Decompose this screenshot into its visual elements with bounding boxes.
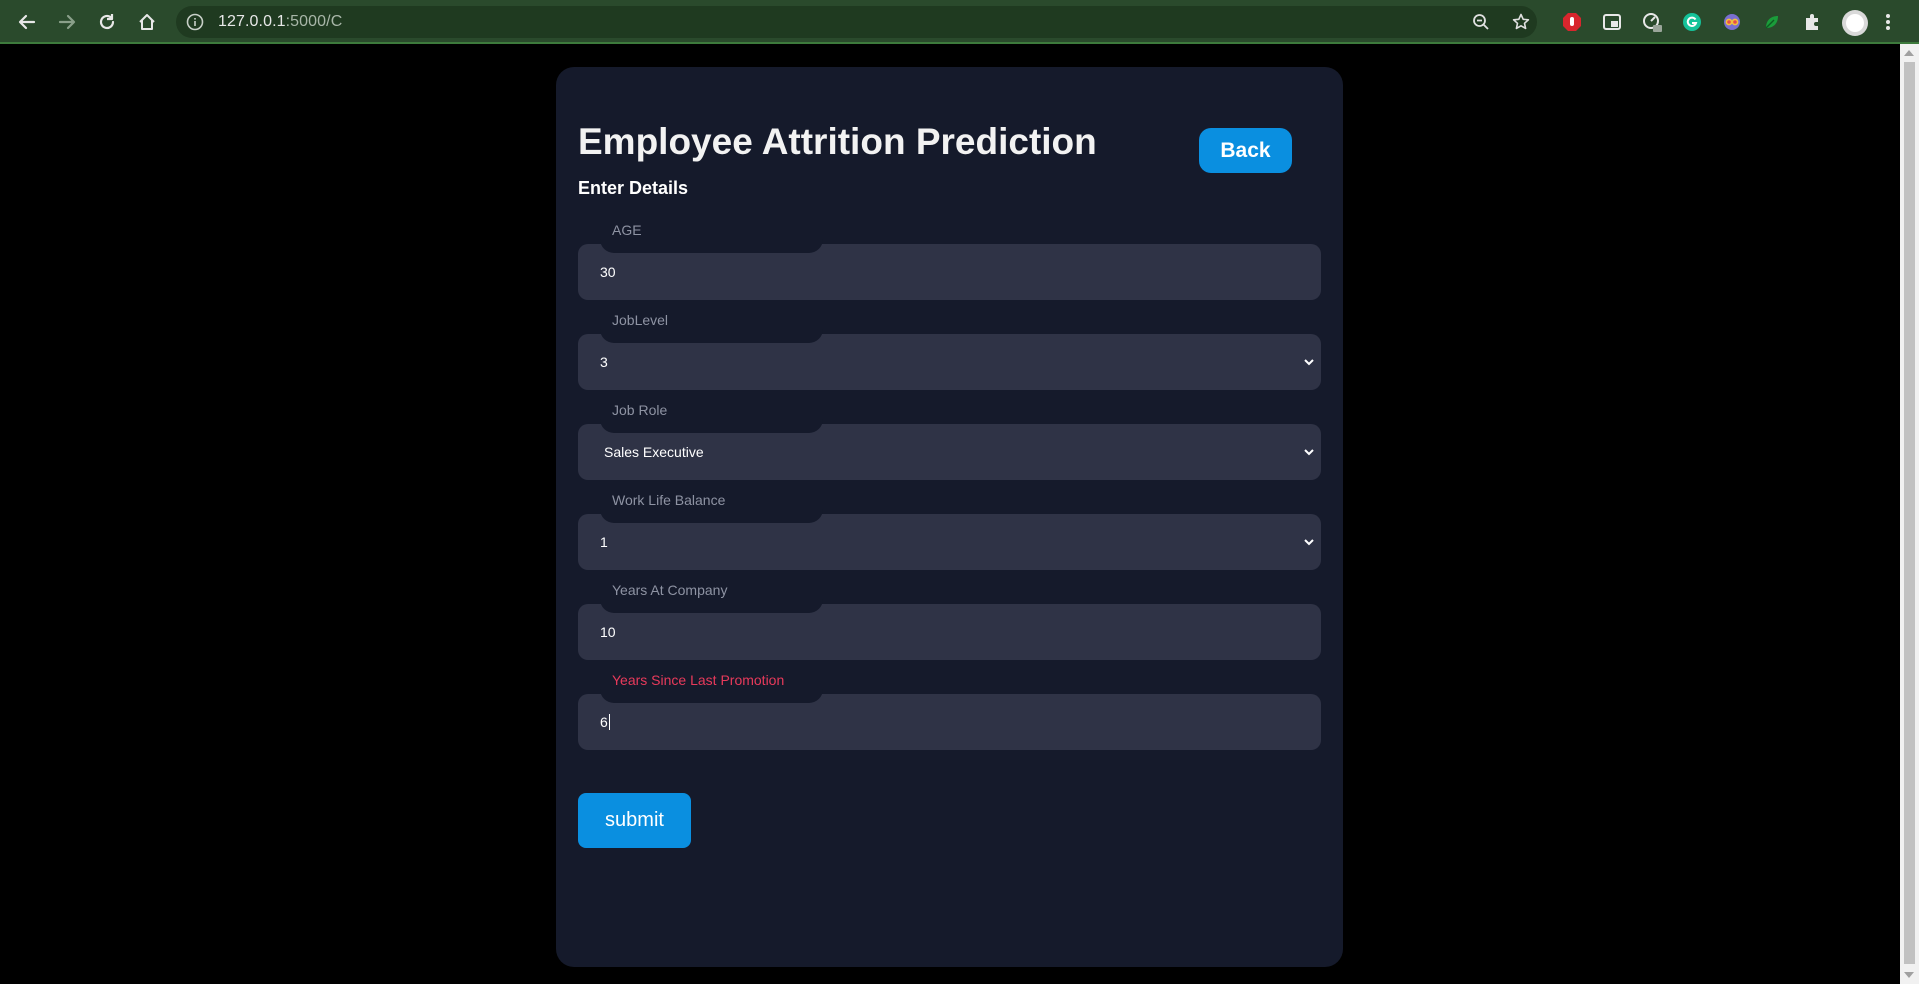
job-level-value: 3 — [600, 354, 608, 370]
url-text: 127.0.0.1:5000/C — [218, 13, 342, 31]
chevron-down-icon — [1304, 539, 1314, 546]
prediction-card: Employee Attrition Prediction Back Enter… — [556, 67, 1343, 967]
extensions-puzzle-icon[interactable] — [1801, 11, 1823, 33]
age-label: AGE — [612, 222, 642, 238]
job-role-field: Sales Executive Job Role — [578, 402, 1321, 480]
bookmark-star-icon[interactable] — [1512, 13, 1530, 31]
leaf-extension-icon[interactable] — [1761, 11, 1783, 33]
grammarly-extension-icon[interactable] — [1681, 11, 1703, 33]
home-icon[interactable] — [134, 9, 160, 35]
work-life-balance-value: 1 — [600, 534, 608, 550]
back-arrow-icon[interactable] — [14, 9, 40, 35]
job-role-label: Job Role — [612, 402, 668, 418]
job-role-value: Sales Executive — [604, 444, 704, 460]
scroll-thumb[interactable] — [1904, 62, 1915, 964]
url-path: :5000/C — [285, 13, 343, 30]
text-cursor — [608, 714, 610, 730]
adblock-extension-icon[interactable] — [1561, 11, 1583, 33]
label-notch — [600, 507, 823, 523]
label-notch — [600, 327, 823, 343]
scroll-up-arrow-icon[interactable] — [1904, 50, 1914, 56]
back-button[interactable]: Back — [1199, 128, 1292, 173]
address-bar[interactable]: 127.0.0.1:5000/C — [176, 6, 1537, 38]
label-notch — [600, 597, 823, 613]
job-level-label: JobLevel — [612, 312, 669, 328]
url-host: 127.0.0.1 — [218, 13, 286, 30]
picture-in-picture-extension-icon[interactable] — [1601, 11, 1623, 33]
chevron-down-icon — [1304, 359, 1314, 366]
glasses-extension-icon[interactable] — [1721, 11, 1743, 33]
submit-button[interactable]: submit — [578, 793, 691, 848]
label-notch — [600, 687, 823, 703]
browser-toolbar: 127.0.0.1:5000/C — [0, 0, 1919, 44]
info-icon[interactable] — [186, 13, 204, 31]
page-title: Employee Attrition Prediction — [578, 121, 1097, 162]
scroll-down-arrow-icon[interactable] — [1904, 972, 1914, 978]
zoom-icon[interactable] — [1472, 13, 1490, 31]
reload-icon[interactable] — [94, 9, 120, 35]
label-notch — [600, 417, 823, 433]
page-scrollbar[interactable] — [1900, 44, 1919, 984]
years-since-last-promotion-value: 6 — [600, 714, 608, 730]
label-notch — [600, 237, 823, 253]
profile-avatar[interactable] — [1841, 9, 1869, 37]
forward-arrow-icon[interactable] — [54, 9, 80, 35]
job-level-field: 3 JobLevel — [578, 312, 1321, 390]
years-at-company-field: Years At Company — [578, 582, 1321, 660]
form-subtitle: Enter Details — [578, 178, 689, 198]
browser-menu-icon[interactable] — [1882, 11, 1894, 33]
age-field: AGE — [578, 222, 1321, 300]
years-since-last-promotion-label: Years Since Last Promotion — [612, 672, 785, 688]
chevron-down-icon — [1304, 449, 1314, 456]
years-since-last-promotion-field: 6 Years Since Last Promotion — [578, 672, 1321, 750]
tracker-extension-icon[interactable] — [1641, 11, 1663, 33]
work-life-balance-label: Work Life Balance — [612, 492, 726, 508]
years-at-company-label: Years At Company — [612, 582, 728, 598]
work-life-balance-field: 1 Work Life Balance — [578, 492, 1321, 570]
